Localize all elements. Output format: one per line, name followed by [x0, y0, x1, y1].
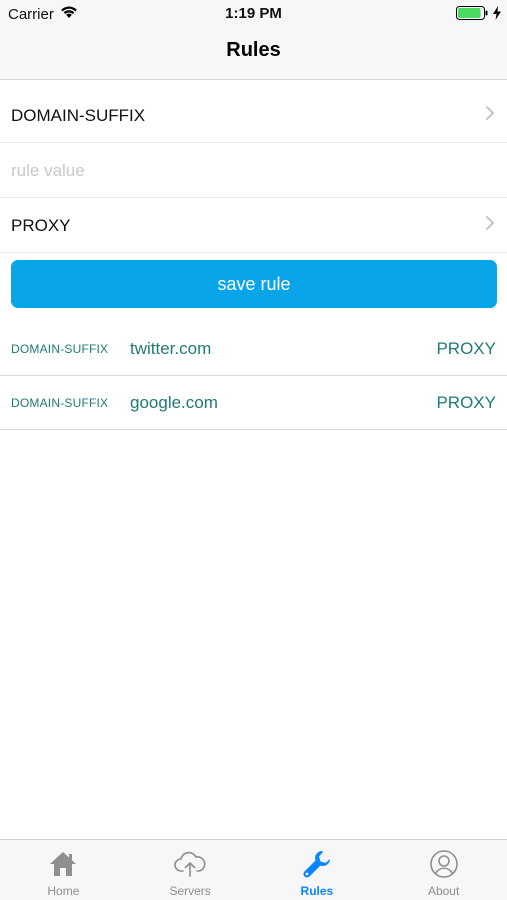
tab-label: Home — [47, 884, 80, 898]
rule-type: DOMAIN-SUFFIX — [11, 341, 109, 356]
policy-label: PROXY — [11, 215, 71, 235]
policy-selector[interactable]: PROXY — [0, 199, 507, 253]
cloud-upload-icon — [174, 848, 206, 880]
rule-list-item[interactable]: DOMAIN-SUFFIX twitter.com PROXY — [0, 322, 507, 376]
tab-label: Servers — [169, 884, 211, 898]
rule-policy: PROXY — [436, 392, 496, 412]
rule-value-input[interactable] — [11, 160, 497, 181]
user-circle-icon — [428, 848, 460, 880]
wrench-icon — [301, 848, 333, 880]
tab-label: Rules — [300, 884, 334, 898]
rule-type: DOMAIN-SUFFIX — [11, 395, 109, 410]
rule-type-label: DOMAIN-SUFFIX — [11, 105, 146, 125]
battery-icon — [456, 6, 490, 24]
rule-type-selector[interactable]: DOMAIN-SUFFIX — [0, 89, 507, 143]
status-time: 1:19 PM — [225, 5, 282, 22]
charging-bolt-icon — [493, 6, 501, 24]
tab-label: About — [427, 884, 460, 898]
save-rule-button[interactable]: save rule — [11, 260, 497, 308]
tab-about[interactable]: About — [380, 840, 507, 900]
rule-value: google.com — [130, 392, 218, 412]
chevron-right-icon — [483, 214, 497, 237]
rule-value: twitter.com — [130, 338, 212, 358]
rule-value-row — [0, 144, 507, 198]
tab-servers[interactable]: Servers — [127, 840, 254, 900]
tab-bar: Home Servers Rules About — [0, 839, 507, 900]
status-bar: Carrier 1:19 PM — [0, 0, 507, 28]
navigation-bar: Rules — [0, 28, 507, 80]
status-right — [456, 6, 501, 24]
home-icon — [47, 848, 79, 880]
rule-policy: PROXY — [436, 338, 496, 358]
tab-rules[interactable]: Rules — [254, 840, 381, 900]
rule-list-item[interactable]: DOMAIN-SUFFIX google.com PROXY — [0, 376, 507, 430]
chevron-right-icon — [483, 104, 497, 127]
tab-home[interactable]: Home — [0, 840, 127, 900]
page-title: Rules — [226, 39, 281, 61]
